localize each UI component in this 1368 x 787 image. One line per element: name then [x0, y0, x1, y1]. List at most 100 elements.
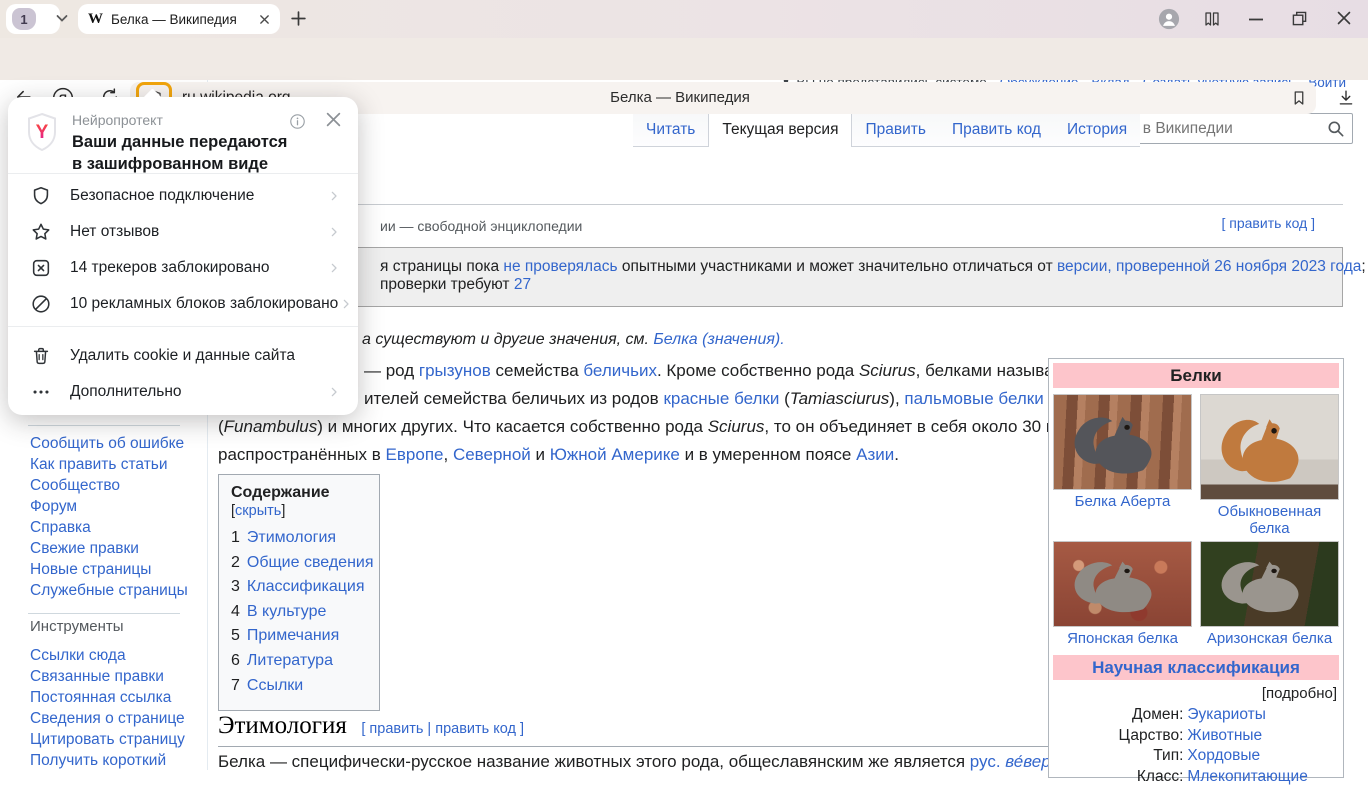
toc-title: Содержание [скрыть]	[231, 484, 367, 520]
sidebar-link[interactable]: Цитировать страницу	[30, 729, 185, 750]
sidebar-link[interactable]: Новые страницы	[30, 559, 188, 580]
section-edit-links[interactable]: [ править | править код ]	[361, 721, 524, 737]
inline-link[interactable]: Азии	[856, 445, 894, 464]
taxobox-image-cell: Обыкновенная белка	[1200, 394, 1339, 537]
tab-page[interactable]: Править код	[939, 113, 1054, 147]
toc-item[interactable]: 2Общие сведения	[231, 551, 367, 576]
search-icon[interactable]	[1326, 119, 1352, 139]
text-segment: семейства	[491, 361, 584, 380]
classification-value-link[interactable]: Хордовые	[1187, 746, 1339, 767]
minimize-icon[interactable]	[1249, 18, 1263, 21]
sidebar-link[interactable]: Как править статьи	[30, 454, 188, 475]
sidebar-link[interactable]: Свежие правки	[30, 538, 188, 559]
sidebar-link[interactable]: Форум	[30, 496, 188, 517]
protect-item[interactable]: 14 трекеров заблокировано	[8, 250, 358, 286]
browser-tab-active[interactable]: W Белка — Википедия	[78, 4, 280, 34]
sidebar-link[interactable]: Ссылки сюда	[30, 645, 185, 666]
sidebar-link[interactable]: Связанные правки	[30, 666, 185, 687]
classification-value-link[interactable]: Эукариоты	[1187, 705, 1339, 726]
toc-link[interactable]: Классификация	[247, 578, 365, 595]
toc-item[interactable]: 6Литература	[231, 649, 367, 674]
inline-link[interactable]: Европе	[386, 445, 444, 464]
sidebar-link[interactable]: Сведения о странице	[30, 708, 185, 729]
inline-link[interactable]: красные белки	[663, 389, 779, 408]
tab-page[interactable]: История	[1054, 113, 1140, 147]
inline-link[interactable]: рус.	[970, 752, 1001, 771]
tab-page[interactable]: Править	[852, 113, 938, 147]
sidebar-link[interactable]: Получить короткий	[30, 750, 185, 771]
chevron-down-icon[interactable]	[56, 14, 68, 23]
toc-item[interactable]: 1Этимология	[231, 526, 367, 551]
tab-page[interactable]: Читать	[633, 113, 708, 147]
protect-item[interactable]: Безопасное подключение	[8, 178, 358, 214]
toc-link[interactable]: Литература	[247, 652, 333, 669]
toc-link[interactable]: В культуре	[247, 603, 327, 620]
chevron-right-icon	[338, 296, 354, 312]
squirrel-photo	[1200, 541, 1339, 627]
toc-hide-link[interactable]: скрыть	[235, 503, 281, 519]
toc-item[interactable]: 3 Классификация	[231, 575, 367, 600]
toc-link[interactable]: Примечания	[247, 627, 339, 644]
downloads-icon[interactable]	[1337, 88, 1355, 107]
new-tab-button[interactable]	[290, 10, 307, 27]
taxobox-image-caption[interactable]: Аризонская белка	[1200, 630, 1339, 647]
classification-rank: Царство:	[1053, 726, 1187, 747]
classification-value-link[interactable]: Животные	[1187, 726, 1339, 747]
tab-close-icon[interactable]	[259, 14, 270, 25]
restore-window-icon[interactable]	[1292, 11, 1307, 26]
tab-counter-button[interactable]: 1	[6, 4, 60, 34]
inline-link[interactable]: Южной Америке	[550, 445, 680, 464]
bookmarks-panel-icon[interactable]	[1203, 10, 1221, 28]
wikipedia-favicon: W	[88, 11, 103, 28]
toc-item[interactable]: 7Ссылки	[231, 674, 367, 699]
avatar-icon[interactable]	[1158, 8, 1180, 30]
inline-link[interactable]: беличьих	[583, 361, 657, 380]
close-icon[interactable]	[1337, 11, 1351, 25]
taxobox-image-caption[interactable]: Японская белка	[1053, 630, 1192, 647]
secure-connection-shield-icon	[30, 185, 52, 207]
bookmark-flag-icon[interactable]	[1290, 88, 1308, 108]
protect-item[interactable]: Удалить cookie и данные сайта	[8, 338, 358, 374]
classification-header: Научная классификация	[1053, 655, 1339, 680]
popup-header: Y Нейропротект Ваши данные передаются в …	[8, 97, 358, 173]
info-icon[interactable]	[289, 113, 306, 130]
sidebar-link[interactable]: Сообщество	[30, 475, 188, 496]
inline-link[interactable]: не проверялась	[503, 258, 617, 275]
toc-item[interactable]: 4В культуре	[231, 600, 367, 625]
toc-link[interactable]: Этимология	[247, 529, 336, 546]
protect-item-label: Нет отзывов	[70, 223, 326, 241]
article-title-rule	[218, 204, 1343, 205]
protect-item[interactable]: Дополнительно	[8, 374, 358, 410]
taxobox-image-cell: Японская белка	[1053, 541, 1192, 647]
protect-item[interactable]: Нет отзывов	[8, 214, 358, 250]
reviews-star-icon	[30, 221, 52, 243]
inline-link[interactable]: Белка (значения).	[653, 331, 784, 348]
sidebar-link[interactable]: Служебные страницы	[30, 580, 188, 601]
protect-brand: Нейропротект	[72, 112, 163, 128]
text-segment: Sciurus	[859, 361, 916, 380]
toc-number: 3	[231, 578, 240, 595]
taxobox-image-caption[interactable]: Белка Аберта	[1053, 493, 1192, 510]
inline-link[interactable]: 27	[514, 276, 531, 293]
sidebar-link[interactable]: Сообщить об ошибке	[30, 433, 188, 454]
sidebar-link[interactable]: Постоянная ссылка	[30, 687, 185, 708]
edit-code-link[interactable]: [ править код ]	[1150, 215, 1315, 231]
popup-close-icon[interactable]	[326, 112, 341, 127]
classification-details-link[interactable]: [подробно]	[1053, 685, 1337, 702]
taxobox-image-cell: Белка Аберта	[1053, 394, 1192, 510]
text-segment: — род	[364, 361, 419, 380]
toc-item[interactable]: 5Примечания	[231, 624, 367, 649]
inline-link[interactable]: Северной	[453, 445, 531, 464]
squirrel-photo	[1053, 394, 1192, 490]
sidebar-link[interactable]: Справка	[30, 517, 188, 538]
toc-link[interactable]: Общие сведения	[247, 554, 374, 571]
inline-link[interactable]: грызунов	[419, 361, 491, 380]
inline-link[interactable]: версии, проверенной 26 ноября 2023 года	[1057, 258, 1361, 275]
toc-link[interactable]: Ссылки	[247, 677, 303, 694]
popup-divider	[8, 173, 358, 174]
inline-link[interactable]: пальмовые белки	[904, 389, 1043, 408]
tab-current[interactable]: Текущая версия	[708, 112, 852, 147]
taxobox-image-caption[interactable]: Обыкновенная белка	[1200, 503, 1339, 537]
protect-item[interactable]: 10 рекламных блоков заблокировано	[8, 286, 358, 322]
text-segment: распространённых в	[218, 445, 386, 464]
